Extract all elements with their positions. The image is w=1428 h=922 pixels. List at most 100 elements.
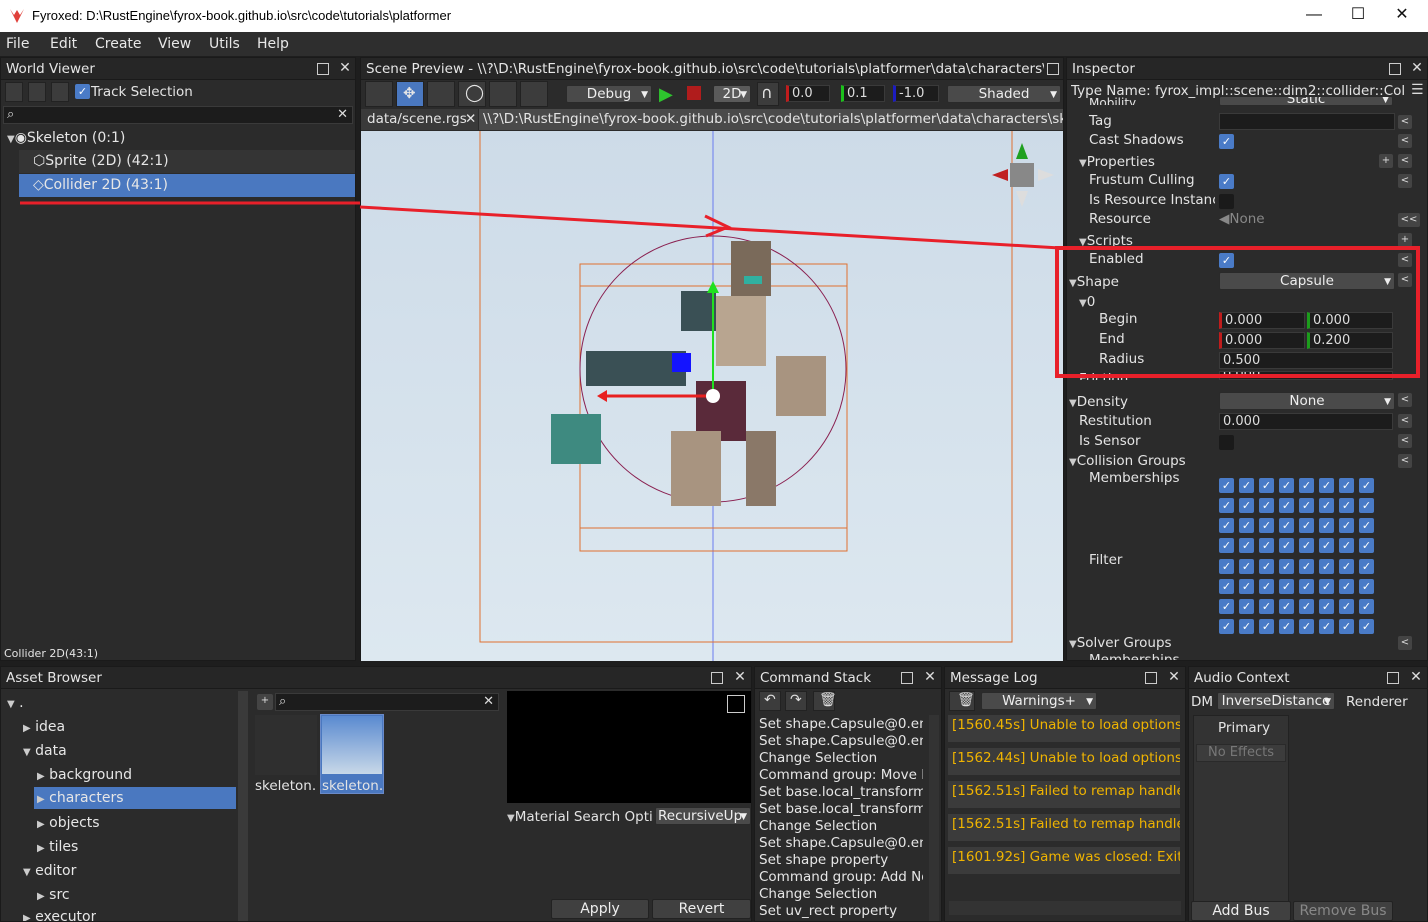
thumb-skeleton-rgs[interactable]: skeleton.rgs bbox=[320, 714, 384, 794]
close-icon[interactable]: ✕ bbox=[1408, 669, 1424, 685]
log-hscrollbar[interactable] bbox=[949, 901, 1181, 915]
terrain-tool-button[interactable] bbox=[520, 81, 548, 107]
log-message[interactable]: [1562.51s] Failed to remap handle 11 bbox=[948, 781, 1180, 808]
end-x-field[interactable]: 0.000 bbox=[1219, 332, 1305, 349]
group-bit-checkbox[interactable]: ✓ bbox=[1219, 619, 1234, 634]
maximize-icon[interactable] bbox=[711, 672, 723, 684]
tab-scene[interactable]: data/scene.rgs ✕ bbox=[361, 109, 478, 130]
group-bit-checkbox[interactable]: ✓ bbox=[1279, 619, 1294, 634]
maximize-button[interactable]: ☐ bbox=[1346, 4, 1370, 28]
group-bit-checkbox[interactable]: ✓ bbox=[1239, 538, 1254, 553]
mobility-dropdown[interactable]: Static bbox=[1219, 96, 1393, 106]
group-bit-checkbox[interactable]: ✓ bbox=[1259, 538, 1274, 553]
solver-groups-section[interactable]: ▼Solver Groups bbox=[1069, 635, 1172, 651]
revert-button[interactable]: < bbox=[1398, 636, 1412, 650]
group-bit-checkbox[interactable]: ✓ bbox=[1359, 498, 1374, 513]
search-input[interactable]: ⌕ ✕ bbox=[3, 106, 353, 124]
group-bit-checkbox[interactable]: ✓ bbox=[1319, 559, 1334, 574]
group-bit-checkbox[interactable]: ✓ bbox=[1299, 619, 1314, 634]
group-bit-checkbox[interactable]: ✓ bbox=[1299, 559, 1314, 574]
group-bit-checkbox[interactable]: ✓ bbox=[1259, 478, 1274, 493]
density-section[interactable]: ▼Density bbox=[1069, 394, 1128, 410]
move-tool-button[interactable]: ✥ bbox=[396, 81, 424, 107]
group-bit-checkbox[interactable]: ✓ bbox=[1299, 498, 1314, 513]
docs-icon[interactable]: ☰ bbox=[1411, 82, 1424, 98]
group-bit-checkbox[interactable]: ✓ bbox=[1279, 599, 1294, 614]
track-selection-checkbox[interactable]: ✓ bbox=[75, 84, 90, 99]
command-item[interactable]: Command group: Move Node bbox=[759, 767, 923, 783]
command-item[interactable]: Change Selection bbox=[759, 750, 923, 766]
asset-tree-editor[interactable]: ▼ editor bbox=[23, 863, 76, 879]
group-bit-checkbox[interactable]: ✓ bbox=[1279, 478, 1294, 493]
revert-button[interactable]: < bbox=[1398, 434, 1412, 448]
command-item[interactable]: Set base.local_transform.l bbox=[759, 801, 923, 817]
group-bit-checkbox[interactable]: ✓ bbox=[1299, 599, 1314, 614]
close-icon[interactable]: ✕ bbox=[337, 60, 353, 76]
expand-all-button[interactable] bbox=[28, 82, 46, 102]
group-bit-checkbox[interactable]: ✓ bbox=[1259, 498, 1274, 513]
revert-button[interactable]: < bbox=[1398, 414, 1412, 428]
distance-model-dropdown[interactable]: InverseDistance bbox=[1217, 692, 1335, 710]
group-bit-checkbox[interactable]: ✓ bbox=[1359, 518, 1374, 533]
group-bit-checkbox[interactable]: ✓ bbox=[1279, 498, 1294, 513]
remove-bus-button[interactable]: Remove Bus bbox=[1293, 901, 1393, 921]
frustum-checkbox[interactable]: ✓ bbox=[1219, 174, 1234, 189]
dimension-dropdown[interactable]: 2D bbox=[713, 85, 751, 103]
group-bit-checkbox[interactable]: ✓ bbox=[1239, 559, 1254, 574]
group-bit-checkbox[interactable]: ✓ bbox=[1219, 518, 1234, 533]
command-item[interactable]: Change Selection bbox=[759, 818, 923, 834]
restitution-field[interactable]: 0.000 bbox=[1219, 413, 1393, 430]
add-property-button[interactable]: + bbox=[1379, 154, 1393, 168]
command-item[interactable]: Set shape property bbox=[759, 852, 923, 868]
group-bit-checkbox[interactable]: ✓ bbox=[1279, 559, 1294, 574]
menu-edit[interactable]: Edit bbox=[50, 36, 77, 52]
log-message[interactable]: [1601.92s] Game was closed: ExitStatus bbox=[948, 847, 1180, 874]
minimize-button[interactable]: — bbox=[1302, 4, 1326, 28]
undo-button[interactable]: ↶ bbox=[759, 691, 781, 711]
group-bit-checkbox[interactable]: ✓ bbox=[1339, 599, 1354, 614]
menu-create[interactable]: Create bbox=[95, 36, 142, 52]
group-bit-checkbox[interactable]: ✓ bbox=[1319, 579, 1334, 594]
group-bit-checkbox[interactable]: ✓ bbox=[1299, 538, 1314, 553]
group-bit-checkbox[interactable]: ✓ bbox=[1359, 478, 1374, 493]
revert-button[interactable]: < bbox=[1398, 174, 1412, 188]
stop-button[interactable] bbox=[687, 86, 701, 100]
group-bit-checkbox[interactable]: ✓ bbox=[1319, 498, 1334, 513]
revert-button[interactable]: Revert bbox=[652, 899, 751, 919]
is-sensor-checkbox[interactable] bbox=[1219, 435, 1234, 450]
group-bit-checkbox[interactable]: ✓ bbox=[1319, 538, 1334, 553]
log-message[interactable]: [1562.44s] Unable to load options file bbox=[948, 748, 1180, 775]
close-icon[interactable]: ✕ bbox=[1166, 669, 1182, 685]
group-bit-checkbox[interactable]: ✓ bbox=[1279, 579, 1294, 594]
asset-tree-idea[interactable]: ▶ idea bbox=[23, 719, 65, 735]
command-item[interactable]: Set uv_rect property bbox=[759, 903, 923, 919]
collision-groups-section[interactable]: ▼Collision Groups bbox=[1069, 453, 1186, 469]
fit-preview-icon[interactable] bbox=[727, 695, 745, 713]
close-icon[interactable]: ✕ bbox=[922, 669, 938, 685]
asset-search-input[interactable]: ⌕ ✕ bbox=[275, 693, 499, 711]
density-dropdown[interactable]: None bbox=[1219, 392, 1395, 410]
maximize-icon[interactable] bbox=[1389, 63, 1401, 75]
group-bit-checkbox[interactable]: ✓ bbox=[1219, 498, 1234, 513]
snap-x-field[interactable]: 0.0 bbox=[786, 85, 830, 102]
close-tab-icon[interactable]: ✕ bbox=[465, 111, 476, 127]
revert-tag-button[interactable]: < bbox=[1398, 115, 1412, 129]
apply-button[interactable]: Apply bbox=[551, 899, 649, 919]
log-filter-dropdown[interactable]: Warnings+ bbox=[981, 692, 1097, 710]
maximize-icon[interactable] bbox=[901, 672, 913, 684]
group-bit-checkbox[interactable]: ✓ bbox=[1339, 619, 1354, 634]
clear-log-button[interactable]: 🗑 bbox=[949, 691, 975, 711]
snap-button[interactable]: ∩ bbox=[757, 82, 779, 106]
group-bit-checkbox[interactable]: ✓ bbox=[1339, 559, 1354, 574]
asset-tree-characters[interactable]: ▶ characters bbox=[34, 787, 236, 809]
menu-file[interactable]: File bbox=[6, 36, 29, 52]
add-bus-button[interactable]: Add Bus bbox=[1191, 901, 1291, 921]
command-item[interactable]: Set shape.Capsule@0.end bbox=[759, 716, 923, 732]
clear-search-icon[interactable]: ✕ bbox=[337, 107, 348, 122]
audio-bus[interactable]: Primary No Effects bbox=[1193, 715, 1289, 903]
command-item[interactable]: Set shape.Capsule@0.end bbox=[759, 835, 923, 851]
radius-field[interactable]: 0.500 bbox=[1219, 352, 1393, 369]
group-bit-checkbox[interactable]: ✓ bbox=[1219, 579, 1234, 594]
clear-search-icon[interactable]: ✕ bbox=[483, 694, 494, 709]
cast-shadows-checkbox[interactable]: ✓ bbox=[1219, 134, 1234, 149]
